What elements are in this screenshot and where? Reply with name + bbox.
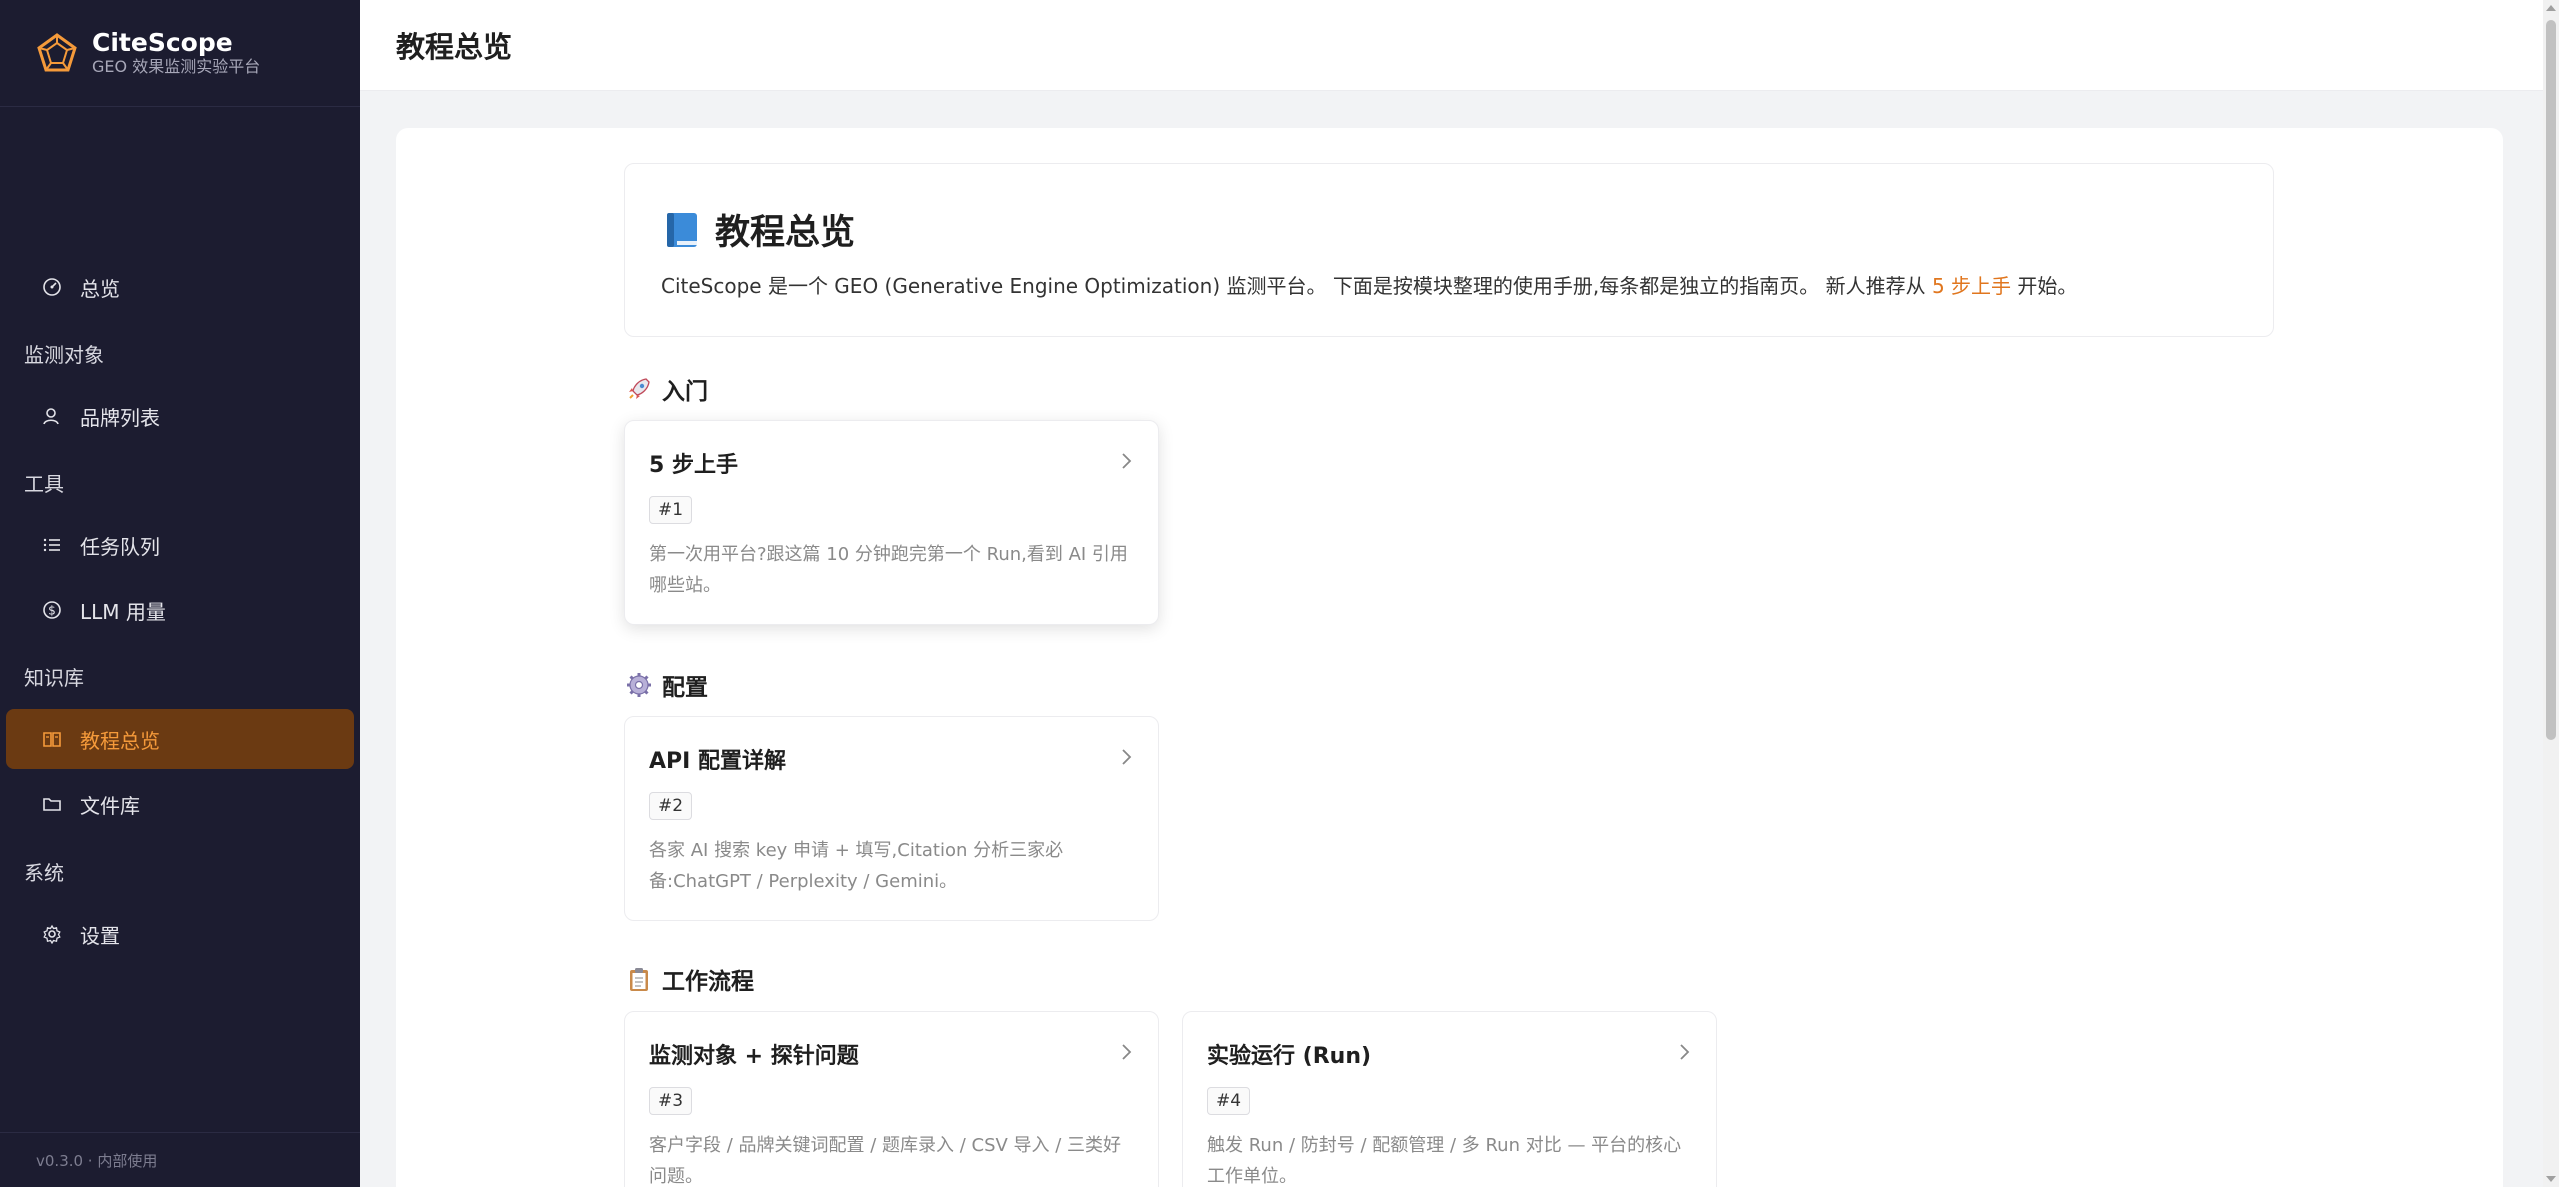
- chevron-right-icon: [1122, 749, 1132, 765]
- card-title: 实验运行 (Run): [1207, 1044, 1372, 1069]
- card-tag: #4: [1207, 1087, 1251, 1115]
- sidebar-item-files[interactable]: 文件库: [6, 774, 354, 834]
- intro-title: 教程总览: [715, 213, 856, 253]
- card-title: 监测对象 + 探针问题: [649, 1044, 859, 1069]
- sidebar-item-brands[interactable]: 品牌列表: [6, 386, 354, 446]
- section-workflow: 工作流程: [626, 962, 754, 996]
- card-tag: #2: [649, 792, 693, 820]
- sidebar-item-label: 设置: [80, 923, 120, 948]
- brand[interactable]: CiteScope GEO 效果监测实验平台: [0, 0, 360, 107]
- section-knowledge: 知识库: [24, 666, 84, 690]
- section-title: 工作流程: [662, 969, 754, 995]
- folder-icon: [40, 792, 64, 816]
- card-description: 第一次用平台?跟这篇 10 分钟跑完第一个 Run,看到 AI 引用哪些站。: [649, 544, 1128, 596]
- sidebar-item-label: LLM 用量: [80, 599, 166, 624]
- quickstart-link[interactable]: 5 步上手: [1932, 274, 2011, 298]
- vertical-scrollbar[interactable]: [2543, 0, 2559, 1187]
- svg-text:$: $: [48, 604, 56, 618]
- tutorial-card-experiment-run[interactable]: 实验运行 (Run) #4 触发 Run / 防封号 / 配额管理 / 多 Ru…: [1182, 1011, 1717, 1187]
- sidebar-item-llm-usage[interactable]: $ LLM 用量: [6, 580, 354, 640]
- sidebar-item-label: 文件库: [80, 793, 140, 818]
- gear-icon: [627, 673, 651, 697]
- brand-name: CiteScope: [92, 28, 233, 57]
- gear-icon: [40, 922, 64, 946]
- card-description: 触发 Run / 防封号 / 配额管理 / 多 Run 对比 — 平台的核心工作…: [1207, 1135, 1682, 1187]
- section-monitoring: 监测对象: [24, 343, 104, 367]
- scroll-up-arrow-icon[interactable]: [2546, 5, 2556, 11]
- brand-subtitle: GEO 效果监测实验平台: [92, 57, 261, 76]
- sidebar-item-overview[interactable]: 总览: [6, 257, 354, 317]
- blue-book-icon: [667, 212, 697, 247]
- page-title: 教程总览: [396, 30, 513, 64]
- card-tag: #1: [649, 496, 693, 524]
- tutorial-card-api-config[interactable]: API 配置详解 #2 各家 AI 搜索 key 申请 + 填写,Citatio…: [624, 716, 1159, 921]
- intro-card: 教程总览 CiteScope 是一个 GEO (Generative Engin…: [624, 163, 2274, 337]
- chevron-right-icon: [1680, 1044, 1690, 1060]
- intro-description: CiteScope 是一个 GEO (Generative Engine Opt…: [661, 274, 2078, 298]
- sidebar-item-tutorials[interactable]: 教程总览: [6, 709, 354, 769]
- user-icon: [40, 404, 64, 428]
- sidebar: CiteScope GEO 效果监测实验平台 总览 监测对象 品牌列表 工具 任…: [0, 0, 360, 1187]
- card-description: 客户字段 / 品牌关键词配置 / 题库录入 / CSV 导入 / 三类好问题。: [649, 1135, 1122, 1187]
- version-label: v0.3.0 · 内部使用: [0, 1132, 360, 1187]
- section-title: 入门: [662, 379, 708, 405]
- book-open-icon: [40, 727, 64, 751]
- tutorial-card-quickstart[interactable]: 5 步上手 #1 第一次用平台?跟这篇 10 分钟跑完第一个 Run,看到 AI…: [624, 420, 1159, 625]
- card-title: 5 步上手: [649, 453, 738, 478]
- sidebar-item-task-queue[interactable]: 任务队列: [6, 515, 354, 575]
- top-bar: 教程总览: [360, 0, 2543, 91]
- rocket-icon: [629, 378, 650, 399]
- dashboard-icon: [40, 275, 64, 299]
- sidebar-item-label: 任务队列: [80, 534, 160, 559]
- section-system: 系统: [24, 861, 64, 885]
- pentagon-logo-icon: [37, 33, 77, 72]
- sidebar-item-settings[interactable]: 设置: [6, 904, 354, 964]
- clipboard-icon: [630, 968, 648, 991]
- section-title: 配置: [662, 675, 708, 701]
- sidebar-item-label: 总览: [80, 276, 120, 301]
- section-configuration: 配置: [626, 668, 708, 702]
- section-getting-started: 入门: [626, 372, 708, 406]
- chevron-right-icon: [1122, 1044, 1132, 1060]
- sidebar-item-label: 品牌列表: [80, 405, 160, 430]
- scroll-down-arrow-icon[interactable]: [2546, 1176, 2556, 1182]
- list-icon: [40, 533, 64, 557]
- tutorial-card-monitoring-probes[interactable]: 监测对象 + 探针问题 #3 客户字段 / 品牌关键词配置 / 题库录入 / C…: [624, 1011, 1159, 1187]
- section-tools: 工具: [24, 472, 64, 496]
- card-description: 各家 AI 搜索 key 申请 + 填写,Citation 分析三家必备:Cha…: [649, 840, 1064, 892]
- dollar-icon: $: [40, 598, 64, 622]
- card-title: API 配置详解: [649, 749, 786, 774]
- sidebar-item-label: 教程总览: [80, 728, 160, 753]
- intro-header: 教程总览: [665, 204, 855, 255]
- card-tag: #3: [649, 1087, 693, 1115]
- chevron-right-icon: [1122, 453, 1132, 469]
- scroll-thumb[interactable]: [2546, 20, 2556, 740]
